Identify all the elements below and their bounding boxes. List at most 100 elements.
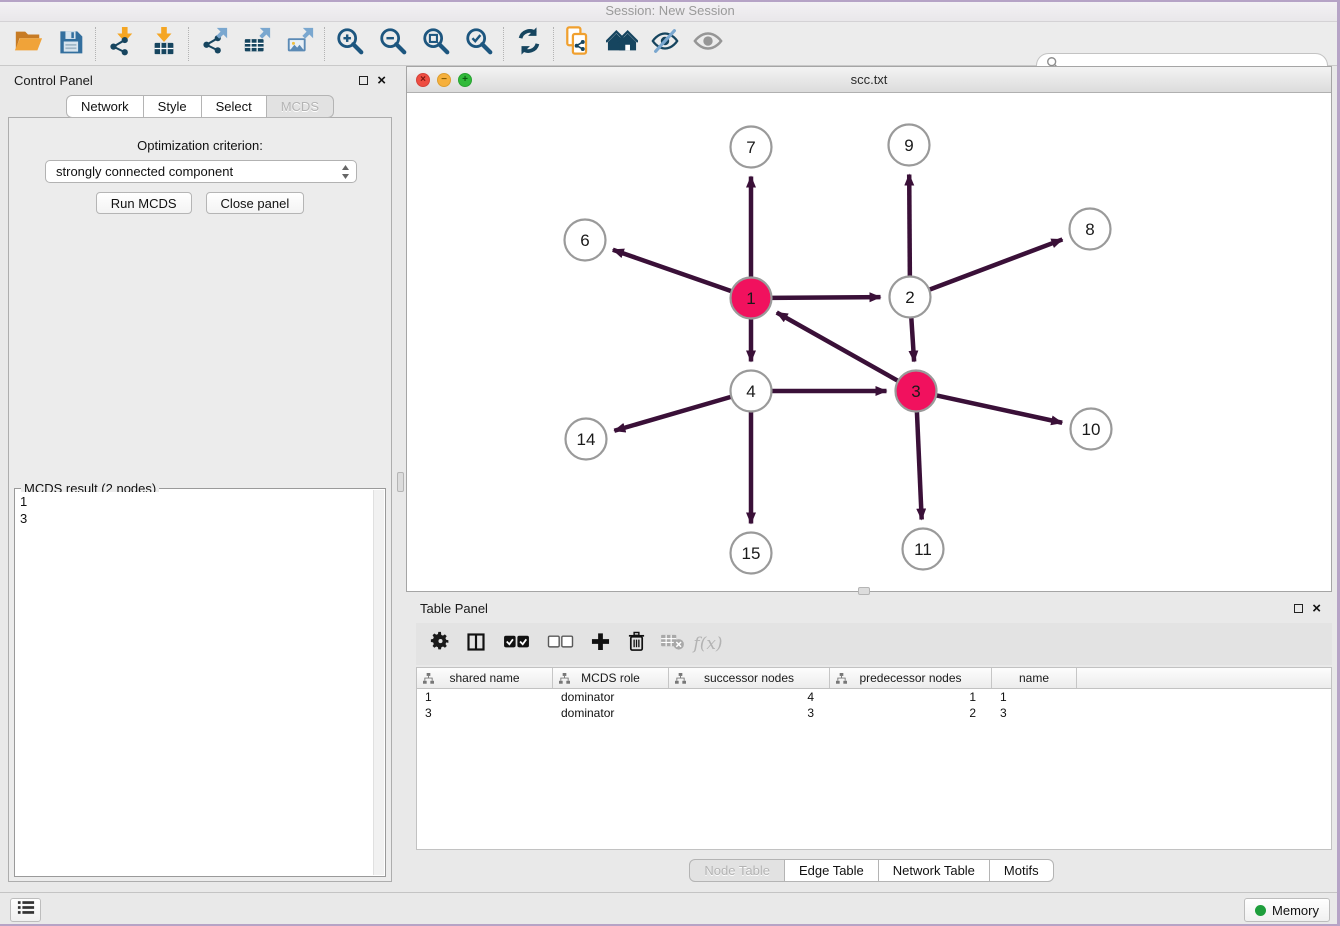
add-column-button[interactable]: [586, 629, 614, 659]
first-neighbors-button[interactable]: [600, 25, 643, 63]
maximize-window-icon[interactable]: +: [458, 73, 472, 87]
tab-node-table[interactable]: Node Table: [689, 859, 785, 882]
network-canvas[interactable]: 7968124314101511: [407, 93, 1331, 591]
tab-edge-table[interactable]: Edge Table: [785, 859, 879, 882]
close-window-icon[interactable]: ×: [416, 73, 430, 87]
cell-successor-nodes[interactable]: 4: [669, 689, 830, 705]
column-label: shared name: [449, 671, 519, 685]
tab-style[interactable]: Style: [144, 95, 202, 118]
zoom-out-button[interactable]: [371, 25, 414, 63]
edge-1-2[interactable]: [771, 297, 880, 298]
delete-columns-button[interactable]: [622, 629, 650, 659]
column-header-successor-nodes[interactable]: successor nodes: [669, 668, 830, 688]
tab-network[interactable]: Network: [66, 95, 144, 118]
memory-status-icon: [1255, 905, 1266, 916]
cell-mcds-role[interactable]: dominator: [553, 705, 669, 721]
edge-3-11[interactable]: [917, 411, 922, 519]
edge-4-14[interactable]: [614, 397, 731, 431]
zoom-selected-button[interactable]: [457, 25, 500, 63]
column-label: name: [1019, 671, 1049, 685]
tab-mcds[interactable]: MCDS: [267, 95, 334, 118]
vertical-splitter-handle[interactable]: [397, 472, 404, 492]
close-table-panel-icon[interactable]: ×: [1312, 604, 1321, 613]
cell-name[interactable]: 3: [992, 705, 1077, 721]
edge-3-1[interactable]: [777, 312, 898, 380]
show-all-icon: [693, 26, 723, 61]
float-panel-icon[interactable]: [359, 76, 368, 85]
tab-network-table[interactable]: Network Table: [879, 859, 990, 882]
optimization-criterion-select[interactable]: strongly connected component: [45, 160, 357, 183]
table-row[interactable]: 3dominator323: [417, 705, 1331, 721]
save-session-button[interactable]: [49, 25, 92, 63]
apply-preferred-layout-button[interactable]: [507, 25, 550, 63]
new-network-from-selection-button[interactable]: [557, 25, 600, 63]
column-header-predecessor-nodes[interactable]: predecessor nodes: [830, 668, 992, 688]
memory-button[interactable]: Memory: [1244, 898, 1330, 922]
cell-mcds-role[interactable]: dominator: [553, 689, 669, 705]
cell-shared-name[interactable]: 1: [417, 689, 553, 705]
selected-option: strongly connected component: [56, 164, 233, 179]
tab-motifs[interactable]: Motifs: [990, 859, 1054, 882]
open-session-button[interactable]: [6, 25, 49, 63]
cell-predecessor-nodes[interactable]: 2: [830, 705, 992, 721]
mcds-result-text[interactable]: 1 3: [16, 492, 373, 875]
export-network-button[interactable]: [192, 25, 235, 63]
float-table-panel-icon[interactable]: [1294, 604, 1303, 613]
open-session-icon: [13, 26, 43, 61]
task-history-button[interactable]: [10, 898, 41, 922]
network-graph[interactable]: 7968124314101511: [407, 93, 1333, 591]
select-all-columns-button[interactable]: [498, 629, 534, 659]
delete-table-icon: [660, 632, 685, 656]
import-network-button[interactable]: [99, 25, 142, 63]
export-table-button[interactable]: [235, 25, 278, 63]
zoom-fit-button[interactable]: [414, 25, 457, 63]
edge-3-10[interactable]: [936, 395, 1062, 422]
window-titlebar[interactable]: Session: New Session: [0, 0, 1340, 22]
main-toolbar: [0, 22, 1340, 66]
window-title: Session: New Session: [605, 3, 734, 18]
horizontal-splitter-handle[interactable]: [858, 587, 870, 595]
cell-successor-nodes[interactable]: 3: [669, 705, 830, 721]
toolbar-buttons: [6, 25, 729, 63]
edge-2-9[interactable]: [909, 174, 910, 276]
cell-name[interactable]: 1: [992, 689, 1077, 705]
column-header-mcds-role[interactable]: MCDS role: [553, 668, 669, 688]
unselect-all-columns-button[interactable]: [542, 629, 578, 659]
show-columns-button[interactable]: [462, 629, 490, 659]
show-all-button[interactable]: [686, 25, 729, 63]
table-header-row: shared name MCDS role successor nodesprede…: [417, 668, 1331, 689]
minimize-window-icon[interactable]: −: [437, 73, 451, 87]
cell-shared-name[interactable]: 3: [417, 705, 553, 721]
column-label: MCDS role: [581, 671, 640, 685]
table-mode-button[interactable]: [426, 629, 454, 659]
network-window-title: scc.txt: [407, 67, 1331, 92]
node-label-11: 11: [914, 540, 932, 559]
import-table-icon: [149, 26, 179, 61]
close-panel-button[interactable]: Close panel: [206, 192, 305, 214]
edge-1-6[interactable]: [613, 250, 732, 292]
toolbar-separator: [95, 27, 96, 61]
network-window-titlebar[interactable]: × − + scc.txt: [407, 67, 1331, 93]
table-body: 1dominator4113dominator323: [417, 689, 1331, 721]
import-table-button[interactable]: [142, 25, 185, 63]
zoom-in-button[interactable]: [328, 25, 371, 63]
column-type-icon: [423, 673, 434, 687]
hide-selected-icon: [650, 26, 680, 61]
run-mcds-button[interactable]: Run MCDS: [96, 192, 192, 214]
edge-2-8[interactable]: [929, 239, 1062, 289]
column-header-shared-name[interactable]: shared name: [417, 668, 553, 688]
new-network-from-selection-icon: [564, 26, 594, 61]
table-row[interactable]: 1dominator411: [417, 689, 1331, 705]
node-label-3: 3: [911, 382, 920, 401]
close-panel-icon[interactable]: ×: [377, 76, 386, 85]
cell-predecessor-nodes[interactable]: 1: [830, 689, 992, 705]
toolbar-separator: [553, 27, 554, 61]
edge-2-3[interactable]: [911, 317, 914, 361]
mcds-result-scrollbar[interactable]: [373, 490, 384, 875]
export-image-icon: [285, 26, 315, 61]
column-header-name[interactable]: name: [992, 668, 1077, 688]
hide-selected-button[interactable]: [643, 25, 686, 63]
apply-preferred-layout-icon: [514, 26, 544, 61]
tab-select[interactable]: Select: [202, 95, 267, 118]
export-image-button[interactable]: [278, 25, 321, 63]
